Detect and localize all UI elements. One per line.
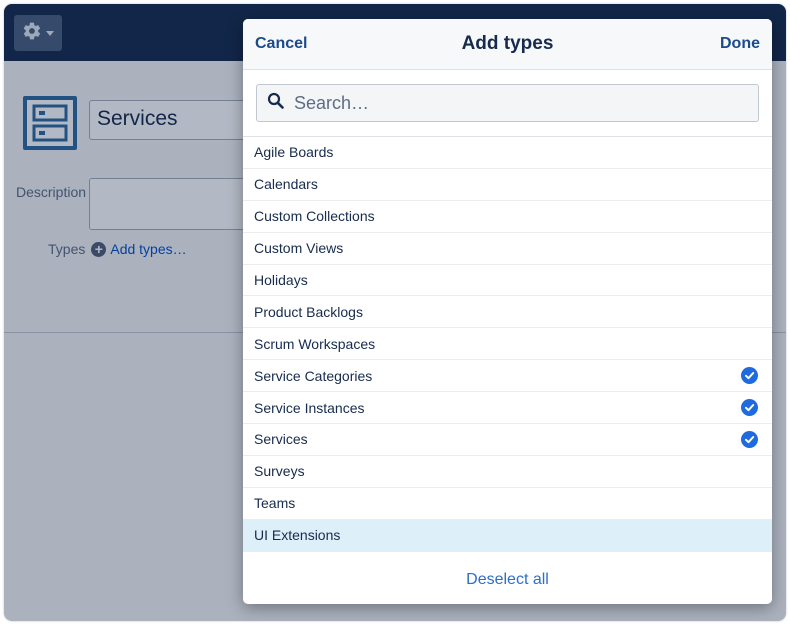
list-item-label: Scrum Workspaces [254,335,376,352]
list-item-label: Surveys [254,463,305,480]
list-item-label: Calendars [254,176,318,193]
list-item-label: Product Backlogs [254,303,363,320]
dialog-title: Add types [461,33,554,54]
list-item-label: Custom Views [254,240,344,257]
list-item-label: Holidays [254,272,308,288]
add-types-dialog: Cancel Add types Done Agile Boards Calend… [243,19,772,604]
list-item[interactable]: Surveys [243,456,772,488]
list-item-label: Service Categories [254,367,373,384]
list-item-label: Services [254,431,308,448]
list-item[interactable]: Scrum Workspaces [243,328,772,361]
dialog-footer: Deselect all [243,556,772,604]
list-item[interactable]: UI Extensions [243,519,772,552]
list-item-label: UI Extensions [254,527,341,544]
check-circle-icon [741,430,758,448]
list-item[interactable]: Holidays [243,265,772,297]
search-box[interactable] [256,84,759,122]
deselect-all-button[interactable]: Deselect all [466,571,549,589]
search-input[interactable] [294,92,734,114]
app-window: Services Description Types + Add types… … [4,4,786,621]
check-circle-icon [741,367,758,385]
types-list: Agile Boards Calendars Custom Collections C… [243,137,772,552]
list-item[interactable]: Product Backlogs [243,296,772,329]
list-item[interactable]: Services [243,424,772,456]
list-item-label: Teams [254,495,296,512]
list-item[interactable]: Custom Views [243,233,772,265]
check-circle-icon [741,399,758,417]
list-item[interactable]: Agile Boards [243,137,772,169]
search-icon [267,92,284,114]
list-item[interactable]: Calendars [243,169,772,201]
done-button[interactable]: Done [720,35,760,53]
list-item[interactable]: Custom Collections [243,201,772,233]
list-item-label: Custom Collections [254,208,375,225]
list-item[interactable]: Teams [243,488,772,520]
list-item[interactable]: Service Categories [243,360,772,393]
list-item-label: Service Instances [254,399,365,416]
search-section [243,70,772,137]
dialog-header: Cancel Add types Done [243,19,772,70]
list-item[interactable]: Service Instances [243,392,772,425]
list-item-label: Agile Boards [254,144,334,161]
